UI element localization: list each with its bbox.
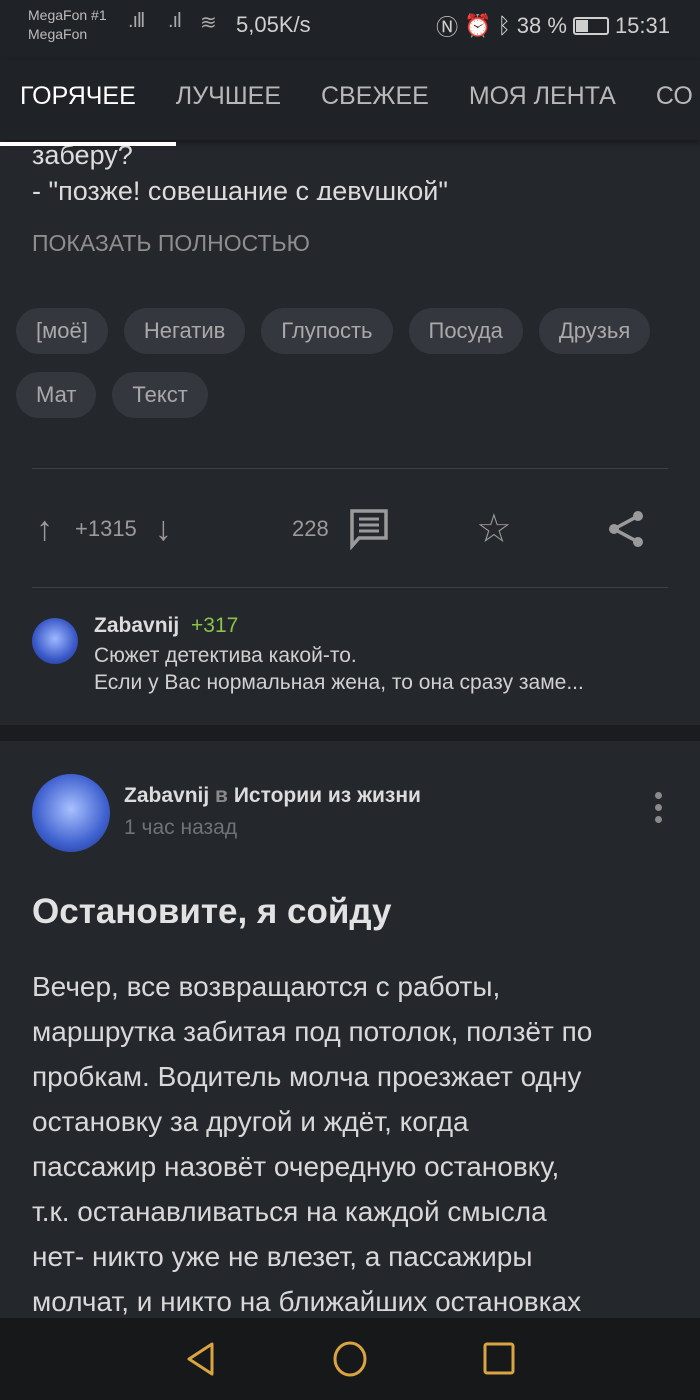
tag-list: [моё] Негатив Глупость Посуда Друзья Мат…	[16, 308, 696, 418]
post-author[interactable]: Zabavnij	[124, 784, 209, 807]
tag[interactable]: Мат	[16, 372, 97, 418]
wifi-icon: ≋	[200, 12, 217, 34]
signal-icon: .ıll	[128, 10, 145, 32]
tag[interactable]: Посуда	[408, 308, 523, 354]
post-body-line: пробкам. Водитель молча проезжает одну	[32, 1061, 582, 1092]
tag[interactable]: Глупость	[261, 308, 393, 354]
post-body-line: пассажир назовёт очередную остановку,	[32, 1151, 560, 1182]
rating-controls: ↑ +1315 ↓	[36, 505, 172, 553]
post-body-line: Вечер, все возвращаются с работы,	[32, 971, 501, 1002]
post-body-line: нет- никто уже не влезет, а пассажиры	[32, 1241, 533, 1272]
post-title[interactable]: Остановите, я сойду	[32, 892, 392, 932]
back-icon[interactable]	[184, 1340, 218, 1378]
tag[interactable]: Текст	[112, 372, 208, 418]
comment-text: Если у Вас нормальная жена, то она сразу…	[94, 671, 584, 694]
recents-icon[interactable]	[482, 1340, 516, 1378]
more-options-icon[interactable]	[650, 792, 666, 823]
upvote-icon[interactable]: ↑	[36, 510, 53, 549]
comments-count: 228	[292, 516, 329, 541]
navigation-bar	[0, 1318, 700, 1400]
avatar[interactable]	[32, 618, 78, 664]
post-text-clipped-line: - "позже! совещание с девушкой"	[32, 180, 448, 200]
top-comment[interactable]: Zabavnij +317 Сюжет детектива какой-то. …	[94, 614, 584, 695]
network-speed: 5,05K/s	[236, 12, 311, 37]
comment-text: Сюжет детектива какой-то.	[94, 644, 357, 667]
show-full-button[interactable]: ПОКАЗАТЬ ПОЛНОСТЬЮ	[32, 230, 310, 257]
post-body: Вечер, все возвращаются с работы, маршру…	[32, 964, 592, 1324]
avatar[interactable]	[32, 774, 110, 852]
tab-hot[interactable]: ГОРЯЧЕЕ	[0, 60, 176, 146]
bluetooth-icon: ᛒ	[497, 13, 511, 38]
carrier-2: MegaFon	[28, 26, 88, 42]
post-time: 1 час назад	[124, 816, 238, 839]
post-separator	[0, 725, 700, 741]
clock: 15:31	[614, 13, 670, 38]
post-body-line: остановку за другой и ждёт, когда	[32, 1106, 469, 1137]
comment-rating: +317	[191, 614, 239, 637]
nfc-icon: Ⓝ	[436, 15, 459, 40]
tag[interactable]: Негатив	[123, 308, 246, 354]
battery-percent: 38 %	[516, 13, 567, 38]
divider	[32, 587, 668, 588]
carrier-1: MegaFon #1	[28, 7, 107, 23]
status-bar: MegaFon #1 MegaFon .ıll .ıl ≋ 5,05K/s Ⓝ …	[0, 0, 700, 60]
comment-icon	[349, 509, 388, 550]
post-body-line: т.к. останавливаться на каждой смысла	[32, 1196, 547, 1227]
carrier-info: MegaFon #1 MegaFon	[28, 6, 107, 44]
in-label: в	[215, 784, 228, 807]
rating-value: +1315	[75, 516, 137, 541]
alarm-icon: ⏰	[464, 13, 492, 38]
comment-author[interactable]: Zabavnij	[94, 614, 179, 637]
tab-best[interactable]: ЛУЧШЕЕ	[156, 60, 301, 140]
tab-fresh[interactable]: СВЕЖЕЕ	[301, 60, 449, 140]
post-body-line: маршрутка забитая под потолок, ползёт по	[32, 1016, 593, 1047]
post-author-line: Zabavnij в Истории из жизни	[124, 784, 421, 808]
comments-button[interactable]: 228	[292, 505, 389, 553]
tag[interactable]: [моё]	[16, 308, 108, 354]
divider	[32, 468, 668, 469]
battery-icon	[572, 17, 609, 35]
favorite-star-icon[interactable]: ☆	[476, 505, 512, 553]
tag[interactable]: Друзья	[538, 308, 651, 354]
share-icon[interactable]	[606, 505, 646, 553]
post-community[interactable]: Истории из жизни	[234, 784, 421, 807]
signal-icon: .ıl	[168, 10, 182, 32]
home-icon[interactable]	[332, 1340, 368, 1378]
post-text-clipped: - "позже! совещание с девушкой"	[32, 180, 448, 200]
tab-communities[interactable]: СО	[636, 60, 700, 140]
feed-tabs: ГОРЯЧЕЕ ЛУЧШЕЕ СВЕЖЕЕ МОЯ ЛЕНТА СО	[0, 60, 700, 146]
tab-my-feed[interactable]: МОЯ ЛЕНТА	[449, 60, 636, 140]
downvote-icon[interactable]: ↓	[155, 510, 172, 549]
